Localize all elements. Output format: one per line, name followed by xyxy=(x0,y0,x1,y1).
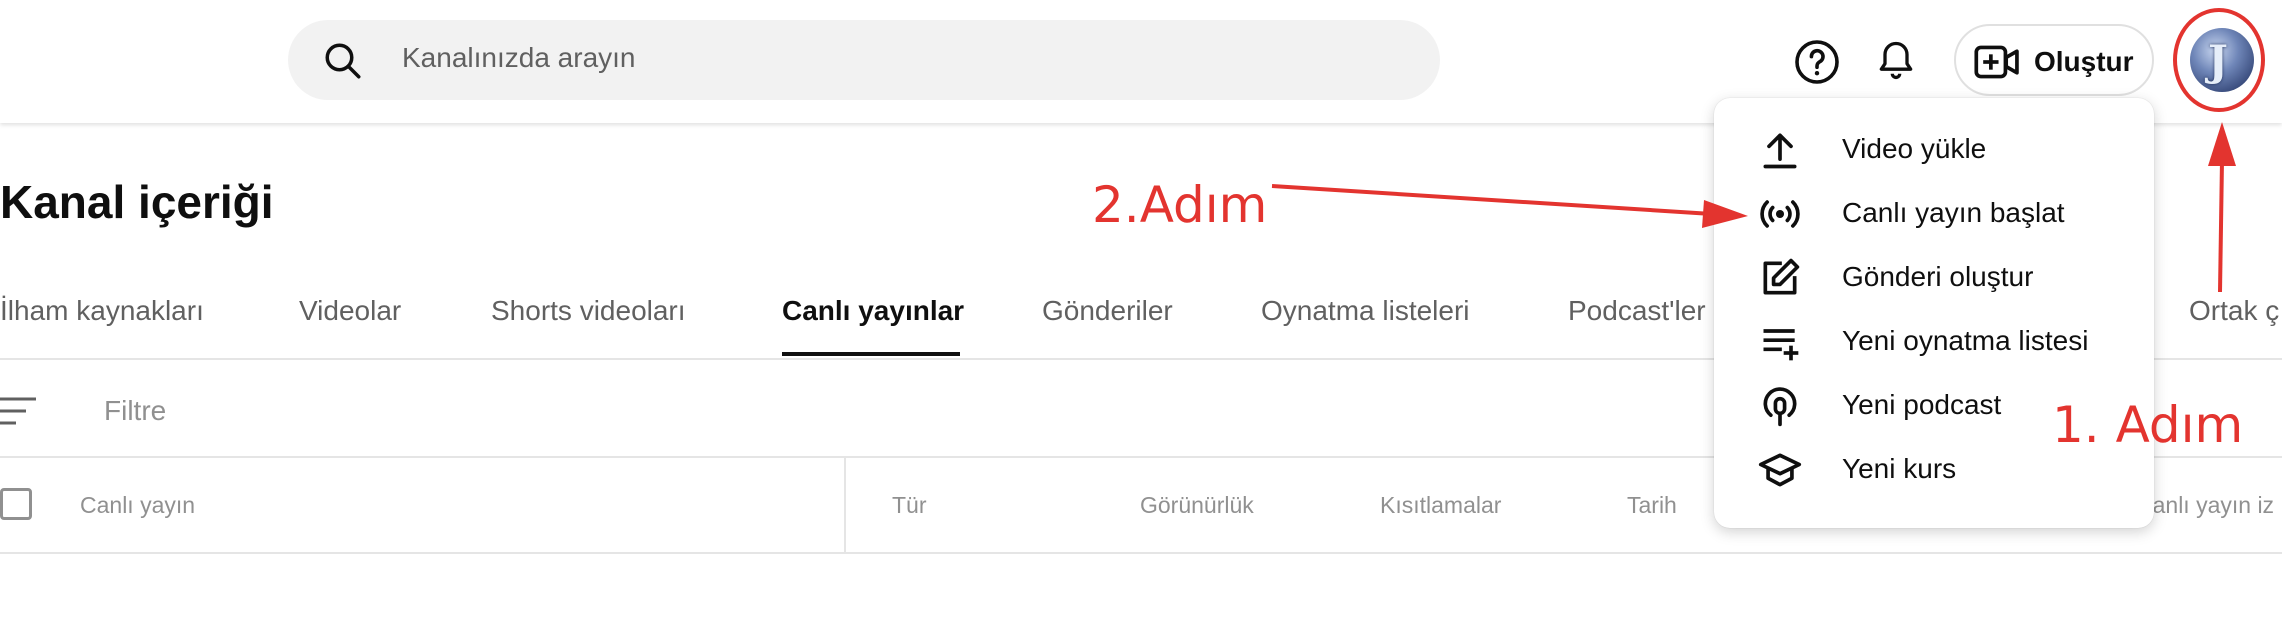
tab-live[interactable]: Canlı yayınlar xyxy=(782,295,964,327)
search-bar[interactable]: Kanalınızda arayın xyxy=(288,20,1440,100)
menu-item-label: Yeni oynatma listesi xyxy=(1842,325,2089,356)
filter-icon[interactable] xyxy=(0,394,38,428)
column-header-type[interactable]: Tür xyxy=(892,492,927,519)
column-header-date[interactable]: Tarih xyxy=(1627,492,1677,519)
video-add-icon xyxy=(1974,45,2019,79)
tab-playlists[interactable]: Oynatma listeleri xyxy=(1261,295,1470,327)
column-header-live[interactable]: Canlı yayın xyxy=(80,492,195,519)
course-icon xyxy=(1758,453,1802,487)
menu-item-label: Canlı yayın başlat xyxy=(1842,197,2065,228)
playlist-add-icon xyxy=(1763,329,1799,361)
menu-item-label: Yeni podcast xyxy=(1842,389,2002,420)
search-input[interactable]: Kanalınızda arayın xyxy=(402,42,636,74)
select-all-checkbox[interactable] xyxy=(0,488,32,520)
arrow-step-1-head xyxy=(2208,122,2236,166)
column-header-restrictions[interactable]: Kısıtlamalar xyxy=(1380,492,1501,519)
annotation-step-1: 1. Adım xyxy=(2052,396,2244,454)
filter-input[interactable]: Filtre xyxy=(104,395,166,427)
menu-item-create-post[interactable]: Gönderi oluştur xyxy=(1714,246,2154,310)
menu-item-label: Video yükle xyxy=(1842,133,1987,164)
podcast-icon xyxy=(1763,387,1797,427)
tab-videos[interactable]: Videolar xyxy=(299,295,401,327)
arrow-step-2 xyxy=(1271,184,1713,216)
upload-icon xyxy=(1763,133,1797,169)
column-header-visibility[interactable]: Görünürlük xyxy=(1140,492,1254,519)
menu-item-upload-video[interactable]: Video yükle xyxy=(1714,118,2154,182)
create-button-label: Oluştur xyxy=(2034,46,2134,77)
menu-item-label: Yeni kurs xyxy=(1842,453,1957,484)
edit-post-icon xyxy=(1763,258,1800,295)
menu-item-new-playlist[interactable]: Yeni oynatma listesi xyxy=(1714,310,2154,374)
create-button[interactable]: Oluştur xyxy=(1954,24,2154,96)
help-icon[interactable] xyxy=(1793,38,1841,86)
arrow-step-1 xyxy=(2218,159,2224,293)
active-tab-indicator xyxy=(782,352,960,356)
tab-posts[interactable]: Gönderiler xyxy=(1042,295,1173,327)
annotation-circle xyxy=(2173,8,2265,112)
page-title: Kanal içeriği xyxy=(0,176,274,228)
annotation-step-2: 2.Adım xyxy=(1092,176,1268,234)
column-header-live-views[interactable]: Canlı yayın iz xyxy=(2136,492,2274,519)
column-separator xyxy=(844,458,846,552)
live-broadcast-icon xyxy=(1760,200,1800,228)
menu-item-go-live[interactable]: Canlı yayın başlat xyxy=(1714,182,2154,246)
tab-partner[interactable]: Ortak ç xyxy=(2189,295,2279,327)
bell-icon[interactable] xyxy=(1874,36,1918,84)
table-header-divider xyxy=(0,552,2282,554)
menu-item-label: Gönderi oluştur xyxy=(1842,261,2034,292)
tab-podcasts[interactable]: Podcast'ler xyxy=(1568,295,1706,327)
search-icon[interactable] xyxy=(322,40,364,82)
tab-shorts[interactable]: Shorts videoları xyxy=(491,295,686,327)
tab-inspiration[interactable]: İlham kaynakları xyxy=(0,295,204,327)
create-menu: Video yükle Canlı yayın başlat Gönderi o… xyxy=(1714,98,2154,528)
